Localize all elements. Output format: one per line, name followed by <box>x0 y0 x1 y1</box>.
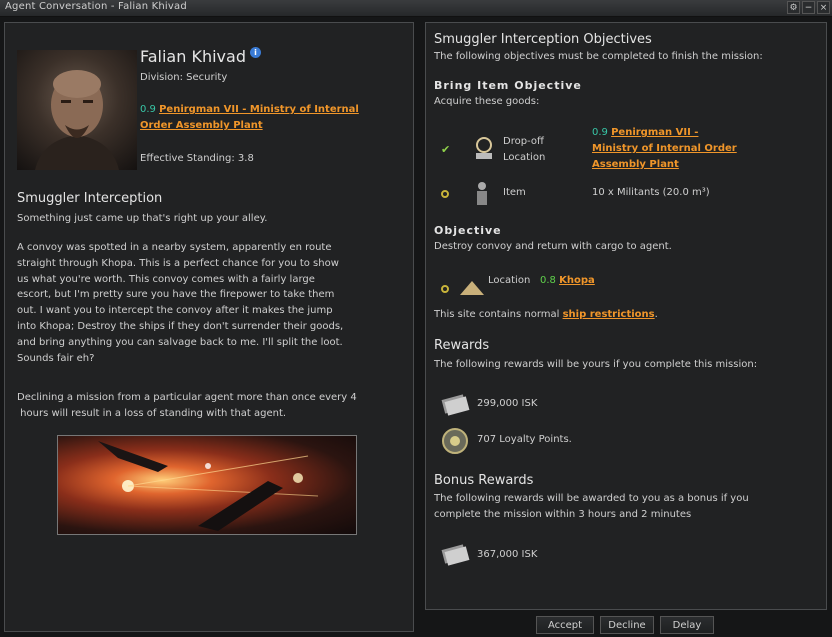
incomplete-circle-icon <box>441 285 449 293</box>
bring-item-header: Bring Item Objective <box>434 79 582 92</box>
checkmark-icon: ✔ <box>441 143 451 156</box>
agent-location-link-2[interactable]: Order Assembly Plant <box>140 120 263 131</box>
window-title: Agent Conversation - Falian Khivad <box>5 1 187 12</box>
ship-restrictions-link[interactable]: ship restrictions <box>563 309 655 320</box>
dropoff-location-link[interactable]: Penirgman VII - <box>611 127 698 138</box>
action-bar: Accept Decline Delay <box>536 616 720 634</box>
dropoff-location-link-3[interactable]: Assembly Plant <box>592 159 679 170</box>
window-controls: ⚙ − × <box>787 1 830 14</box>
mission-intro: Something just came up that's right up y… <box>17 213 268 224</box>
item-label: Item <box>503 187 526 198</box>
delay-button[interactable]: Delay <box>660 616 714 634</box>
decline-warning: Declining a mission from a particular ag… <box>17 390 387 422</box>
decline-warning-line: Declining a mission from a particular ag… <box>17 392 357 403</box>
location-label: Location <box>488 275 531 286</box>
bonus-isk: 367,000 ISK <box>477 549 538 560</box>
security-status: 0.8 <box>540 275 556 286</box>
reward-lp: 707 Loyalty Points. <box>477 434 572 445</box>
dropoff-location-line3: Assembly Plant <box>592 159 679 170</box>
decline-warning-line: hours will result in a loss of standing … <box>17 407 287 419</box>
site-restrictions: This site contains normal ship restricti… <box>434 309 658 320</box>
dropoff-location-line2: Ministry of Internal Order <box>592 143 737 154</box>
window-titlebar[interactable]: Agent Conversation - Falian Khivad ⚙ − × <box>0 0 832 17</box>
mission-body-line: out. I want you to intercept the convoy … <box>17 305 333 317</box>
location-value: 0.8 Khopa <box>540 275 595 286</box>
bonus-line1: The following rewards will be awarded to… <box>434 493 749 504</box>
agent-division: Division: Security <box>140 72 228 83</box>
close-icon[interactable]: × <box>817 1 830 14</box>
rewards-subtitle: The following rewards will be yours if y… <box>434 359 758 370</box>
station-icon <box>476 137 492 159</box>
security-status: 0.9 <box>592 127 608 138</box>
agent-name-text: Falian Khivad <box>140 47 246 66</box>
minimize-icon[interactable]: − <box>802 1 815 14</box>
reward-isk: 299,000 ISK <box>477 398 538 409</box>
objective-header: Objective <box>434 224 502 237</box>
dropoff-location: 0.9 Penirgman VII - <box>592 127 698 138</box>
mission-body-line: us what you're worth. This convoy comes … <box>17 273 315 285</box>
mission-body-line: escort, but I'm pretty sure you have the… <box>17 289 335 301</box>
rewards-title: Rewards <box>434 338 490 353</box>
loyalty-points-icon[interactable] <box>440 426 470 456</box>
mission-title: Smuggler Interception <box>17 191 163 206</box>
accept-button[interactable]: Accept <box>536 616 594 634</box>
item-value: 10 x Militants (20.0 m³) <box>592 187 710 198</box>
mission-image <box>57 435 357 535</box>
bonus-line2: complete the mission within 3 hours and … <box>434 509 692 520</box>
mission-body-line: into Khopa; Destroy the ships if they do… <box>17 320 344 332</box>
incomplete-circle-icon <box>441 190 449 198</box>
agent-name: Falian Khivad i <box>140 47 261 66</box>
militants-icon[interactable] <box>470 180 494 208</box>
mission-body-line: Sounds fair eh? <box>17 352 95 364</box>
bring-item-subtitle: Acquire these goods: <box>434 96 540 107</box>
settings-icon[interactable]: ⚙ <box>787 1 800 14</box>
location-link[interactable]: Khopa <box>559 275 595 286</box>
mission-body-line: and bring anything you can salvage back … <box>17 336 343 348</box>
security-status: 0.9 <box>140 104 156 115</box>
agent-standing: Effective Standing: 3.8 <box>140 153 254 164</box>
objectives-title: Smuggler Interception Objectives <box>434 32 652 47</box>
agent-portrait[interactable] <box>17 50 137 170</box>
dropoff-location-link-2[interactable]: Ministry of Internal Order <box>592 143 737 154</box>
isk-icon[interactable] <box>440 391 470 417</box>
mission-body-line: A convoy was spotted in a nearby system,… <box>17 242 332 253</box>
mission-body: A convoy was spotted in a nearby system,… <box>17 240 387 366</box>
site-text: This site contains normal <box>434 309 560 320</box>
dropoff-label-2: Location <box>503 152 546 163</box>
mission-body-line: straight through Khopa. This is a perfec… <box>17 257 339 269</box>
info-icon[interactable]: i <box>249 47 261 58</box>
dropoff-label: Drop-off <box>503 136 544 147</box>
site-end: . <box>654 309 658 320</box>
objectives-panel: Smuggler Interception Objectives The fol… <box>425 22 827 610</box>
objective-subtitle: Destroy convoy and return with cargo to … <box>434 241 672 252</box>
agent-panel: Falian Khivad i Division: Security 0.9 Pe… <box>4 22 414 632</box>
bonus-title: Bonus Rewards <box>434 473 534 488</box>
objectives-subtitle: The following objectives must be complet… <box>434 51 763 62</box>
ship-icon[interactable] <box>458 277 486 299</box>
agent-location-link[interactable]: Penirgman VII - Ministry of Internal <box>159 104 359 115</box>
agent-location-line2: Order Assembly Plant <box>140 120 263 131</box>
isk-icon[interactable] <box>440 541 470 567</box>
agent-location: 0.9 Penirgman VII - Ministry of Internal <box>140 104 359 115</box>
decline-button[interactable]: Decline <box>600 616 654 634</box>
